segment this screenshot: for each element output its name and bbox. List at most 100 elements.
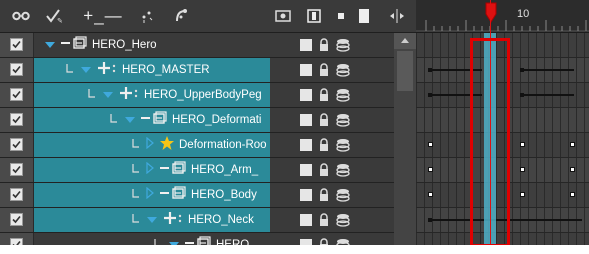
keyframe-marker[interactable] [428,192,433,197]
layer-enable-checkbox[interactable] [10,113,23,126]
keyframe-marker[interactable] [570,167,575,172]
lock-icon[interactable] [318,213,330,232]
keyframe-marker[interactable] [428,142,433,147]
layer-row[interactable]: HERO_UpperBodyPeg [0,83,394,108]
collapse-arrow-icon[interactable] [146,186,154,204]
glasses-icon[interactable] [8,0,34,32]
color-swatch-icon[interactable] [300,139,312,151]
lock-icon[interactable] [318,163,330,182]
frame-cell-divider [544,158,545,182]
layer-name-area[interactable]: HERO_UpperBodyPeg [34,83,270,107]
layer-name-area[interactable]: HERO_Arm_ [34,158,270,182]
color-swatch-icon[interactable] [300,164,312,176]
layer-stack-icon[interactable] [336,238,350,245]
deform-icon[interactable] [170,0,194,32]
keyframe-marker[interactable] [520,167,525,172]
frame-cell-divider [416,183,417,207]
frame-cell-divider [416,83,417,107]
layer-enable-checkbox[interactable] [10,88,23,101]
layer-name-area[interactable]: HERO_Body [34,183,270,207]
color-swatch-icon[interactable] [300,214,312,226]
layer-stack-icon[interactable] [336,38,350,57]
playhead-marker-icon[interactable] [483,2,499,24]
expand-arrow-icon[interactable] [102,86,114,104]
keyframe-marker[interactable] [570,142,575,147]
expand-arrow-icon[interactable] [168,236,180,245]
layer-row[interactable]: HERO_Neck [0,208,394,233]
layer-row[interactable]: HERO_Hero [0,33,394,58]
layer-name-area[interactable]: HERO_Deformati [34,108,270,132]
layer-enable-checkbox[interactable] [10,63,23,76]
layer-row[interactable]: HERO_Deformati [0,108,394,133]
layer-row[interactable]: Deformation-Roo [0,133,394,158]
hierarchy-connector-icon [110,111,118,129]
layer-name-area[interactable]: HERO_Neck [34,208,270,232]
layer-name-area[interactable]: HERO_Hero [34,33,270,57]
layer-stack-icon[interactable] [336,163,350,182]
scroll-thumb[interactable] [397,51,413,91]
lock-icon[interactable] [318,188,330,207]
keyframe-marker[interactable] [520,192,525,197]
layer-enable-checkbox[interactable] [10,238,23,245]
lock-icon[interactable] [318,63,330,82]
layer-stack-icon[interactable] [336,138,350,157]
scroll-up-arrow-icon[interactable] [394,33,416,49]
expand-arrow-icon[interactable] [80,61,92,79]
color-swatch-icon[interactable] [300,189,312,201]
frame-cell-divider [464,183,465,207]
lock-icon[interactable] [318,238,330,245]
layer-enable-cell [0,83,34,107]
layer-enable-checkbox[interactable] [10,163,23,176]
color-swatch-icon[interactable] [300,39,312,51]
lock-icon[interactable] [318,38,330,57]
peg-icon[interactable] [136,0,158,32]
frame-cell-divider [416,133,417,157]
layer-enable-checkbox[interactable] [10,188,23,201]
expand-arrow-icon[interactable] [146,211,158,229]
square-view-icon[interactable] [304,0,324,32]
expand-icon[interactable] [385,0,409,32]
add-remove-icon[interactable]: +_— [80,0,126,32]
hierarchy-connector-icon [132,136,140,154]
layer-stack-icon[interactable] [336,113,350,132]
layer-row[interactable]: HERO_MASTER [0,58,394,83]
color-swatch-icon[interactable] [300,64,312,76]
lock-icon[interactable] [318,138,330,157]
frame-cell-divider [512,183,513,207]
collapse-arrow-icon[interactable] [146,161,154,179]
rect-view-icon[interactable] [354,0,374,32]
frame-cell-divider [544,133,545,157]
camera-icon[interactable] [272,0,294,32]
frame-cell-divider [448,133,449,157]
layer-name-area[interactable]: HERO [34,233,270,245]
layer-scrollbar[interactable] [394,33,416,245]
color-swatch-icon[interactable] [300,89,312,101]
layer-enable-checkbox[interactable] [10,138,23,151]
lock-icon[interactable] [318,88,330,107]
frame-ruler[interactable]: 10 [416,0,589,33]
keyframe-marker[interactable] [570,192,575,197]
keyframe-marker[interactable] [428,167,433,172]
keyframe-marker[interactable] [520,142,525,147]
layer-row[interactable]: HERO_Arm_ [0,158,394,183]
collapse-arrow-icon[interactable] [146,136,154,154]
layer-stack-icon[interactable] [336,88,350,107]
layer-stack-icon[interactable] [336,188,350,207]
expand-arrow-icon[interactable] [44,36,56,54]
layer-name-area[interactable]: HERO_MASTER [34,58,270,82]
layer-name-area[interactable]: Deformation-Roo [34,133,270,157]
square-small-icon[interactable] [332,0,350,32]
layer-row[interactable]: HERO_Body [0,183,394,208]
expand-arrow-icon[interactable] [124,111,136,129]
frame-cell-divider [416,208,417,232]
layer-stack-icon[interactable] [336,63,350,82]
add-layer-icon[interactable]: ✎ [42,0,68,32]
layer-row[interactable]: HERO [0,233,394,245]
frame-cell-divider [520,33,521,57]
color-swatch-icon[interactable] [300,114,312,126]
layer-enable-checkbox[interactable] [10,213,23,226]
layer-enable-checkbox[interactable] [10,38,23,51]
layer-stack-icon[interactable] [336,213,350,232]
frame-cell-divider [432,108,433,132]
lock-icon[interactable] [318,113,330,132]
